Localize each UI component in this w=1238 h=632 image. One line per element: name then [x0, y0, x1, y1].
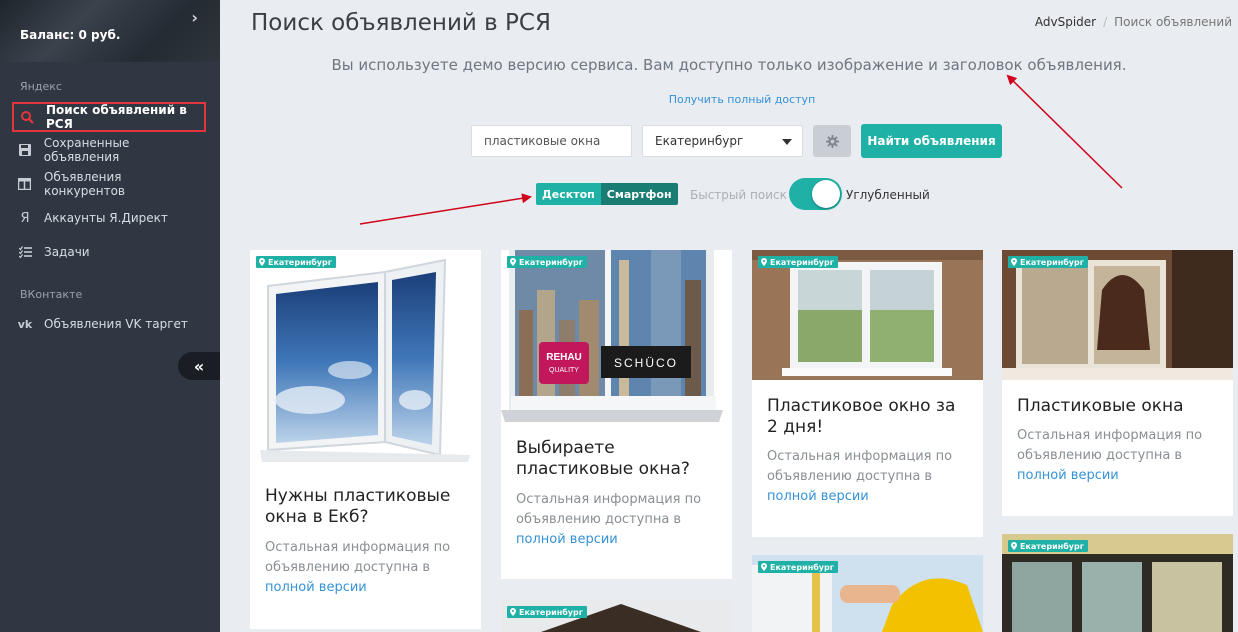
- columns-icon: [18, 177, 32, 191]
- brand-rehau-quality: QUALITY: [549, 367, 579, 374]
- ad-card[interactable]: Екатеринбург: [752, 555, 983, 632]
- city-select-value: Екатеринбург: [655, 134, 744, 148]
- switch-knob: [812, 180, 840, 208]
- geo-badge: Екатеринбург: [507, 606, 587, 618]
- full-version-link[interactable]: полной версии: [265, 580, 367, 595]
- search-depth-switch[interactable]: [789, 178, 842, 210]
- ad-card[interactable]: Екатеринбург: [1002, 534, 1233, 632]
- full-version-link[interactable]: полной версии: [516, 532, 618, 547]
- balance: Баланс: 0 руб.: [20, 28, 121, 42]
- sidebar-item-label: Объявления VK таргет: [44, 317, 188, 331]
- settings-button[interactable]: [813, 125, 851, 157]
- tasks-icon: [18, 245, 32, 259]
- ad-title: Пластиковое окно за 2 дня!: [767, 396, 956, 437]
- brand-schuco: SCHÜCO: [614, 356, 678, 370]
- map-pin-icon: [761, 258, 767, 266]
- breadcrumb: AdvSpider / Поиск объявлений: [1034, 15, 1232, 29]
- map-pin-icon: [1011, 258, 1017, 266]
- map-pin-icon: [259, 258, 265, 266]
- breadcrumb-current: Поиск объявлений: [1114, 15, 1232, 29]
- search-icon: [20, 110, 34, 124]
- map-pin-icon: [510, 608, 516, 616]
- ad-card[interactable]: Екатеринбург Пластиковые окна Остальная …: [1002, 250, 1233, 516]
- gear-icon: [825, 134, 839, 148]
- full-version-link[interactable]: полной версии: [1017, 468, 1119, 483]
- vk-icon: vk: [17, 317, 33, 331]
- sidebar-item-label: Объявления конкурентов: [43, 170, 126, 198]
- map-pin-icon: [510, 258, 516, 266]
- chevron-right-icon[interactable]: ›: [191, 8, 198, 27]
- sidebar-item-tasks[interactable]: Задачи: [12, 237, 206, 267]
- ad-image-window: [250, 250, 481, 472]
- sidebar-item-vk-target[interactable]: vk Объявления VK таргет: [12, 309, 206, 339]
- ad-card[interactable]: Екатеринбург: [501, 600, 732, 632]
- section-vk: ВКонтакте: [20, 288, 83, 301]
- desktop-option[interactable]: Десктоп: [536, 183, 601, 205]
- geo-badge: Екатеринбург: [507, 256, 587, 268]
- sidebar-item-label: Поиск объявлений в РСЯ: [46, 103, 187, 131]
- ad-info: Остальная информация по объявлению досту…: [767, 449, 953, 504]
- geo-badge: Екатеринбург: [256, 256, 336, 268]
- sidebar-item-label: Аккаунты Я.Директ: [44, 211, 168, 225]
- sidebar: › Баланс: 0 руб. Яндекс Поиск объявлений…: [0, 0, 220, 632]
- find-ads-button[interactable]: Найти объявления: [861, 124, 1002, 158]
- map-pin-icon: [761, 563, 767, 571]
- full-access-link[interactable]: Получить полный доступ: [220, 93, 1238, 106]
- map-pin-icon: [1011, 542, 1017, 550]
- demo-notice: Вы используете демо версию сервиса. Вам …: [331, 56, 1127, 74]
- quick-search-label[interactable]: Быстрый поиск: [690, 188, 787, 202]
- ad-title: Нужны пластиковые окна в Екб?: [265, 486, 451, 527]
- geo-badge: Екатеринбург: [758, 256, 838, 268]
- ad-title: Выбираете пластиковые окна?: [516, 438, 690, 479]
- search-input[interactable]: пластиковые окна: [471, 125, 632, 157]
- ad-info: Остальная информация по объявлению досту…: [516, 492, 702, 547]
- geo-badge: Екатеринбург: [758, 561, 838, 573]
- city-select[interactable]: Екатеринбург: [642, 125, 803, 157]
- sidebar-item-search-rsya[interactable]: Поиск объявлений в РСЯ: [12, 102, 206, 132]
- deep-search-label[interactable]: Углубленный: [846, 188, 930, 202]
- device-toggle: Десктоп Смартфон: [536, 183, 678, 205]
- ad-image-window-interior: [752, 250, 983, 380]
- collapse-sidebar-icon[interactable]: «: [178, 352, 220, 380]
- geo-badge: Екатеринбург: [1008, 540, 1088, 552]
- save-icon: [18, 143, 32, 157]
- sidebar-item-competitors[interactable]: Объявления конкурентов: [12, 169, 206, 199]
- yandex-icon: Я: [20, 210, 30, 226]
- brand-rehau: REHAU: [546, 352, 582, 363]
- caret-down-icon: [782, 139, 792, 145]
- page-title: Поиск объявлений в РСЯ: [251, 10, 551, 36]
- geo-badge: Екатеринбург: [1008, 256, 1088, 268]
- sidebar-item-saved[interactable]: Сохраненные объявления: [12, 135, 206, 165]
- full-version-link[interactable]: полной версии: [767, 489, 869, 504]
- ad-info: Остальная информация по объявлению досту…: [1017, 428, 1203, 483]
- ad-info: Остальная информация по объявлению досту…: [265, 540, 451, 595]
- sidebar-header: › Баланс: 0 руб.: [0, 0, 220, 62]
- sidebar-item-label: Задачи: [44, 245, 90, 259]
- breadcrumb-home[interactable]: AdvSpider: [1035, 15, 1096, 29]
- ad-image-window-city: REHAU QUALITY SCHÜCO: [501, 250, 732, 424]
- ad-card[interactable]: Екатеринбург Нужны пластиковые окна в Ек…: [250, 250, 481, 629]
- sidebar-item-direct-accounts[interactable]: Я Аккаунты Я.Директ: [12, 203, 206, 233]
- ad-card[interactable]: REHAU QUALITY SCHÜCO Екатеринбург Выбира…: [501, 250, 732, 579]
- ad-image-woman-window: [1002, 250, 1233, 380]
- smartphone-option[interactable]: Смартфон: [600, 183, 678, 205]
- section-yandex: Яндекс: [20, 80, 62, 93]
- ad-card[interactable]: Екатеринбург Пластиковое окно за 2 дня! …: [752, 250, 983, 537]
- sidebar-item-label: Сохраненные объявления: [43, 136, 130, 164]
- ad-title: Пластиковые окна: [1017, 396, 1184, 416]
